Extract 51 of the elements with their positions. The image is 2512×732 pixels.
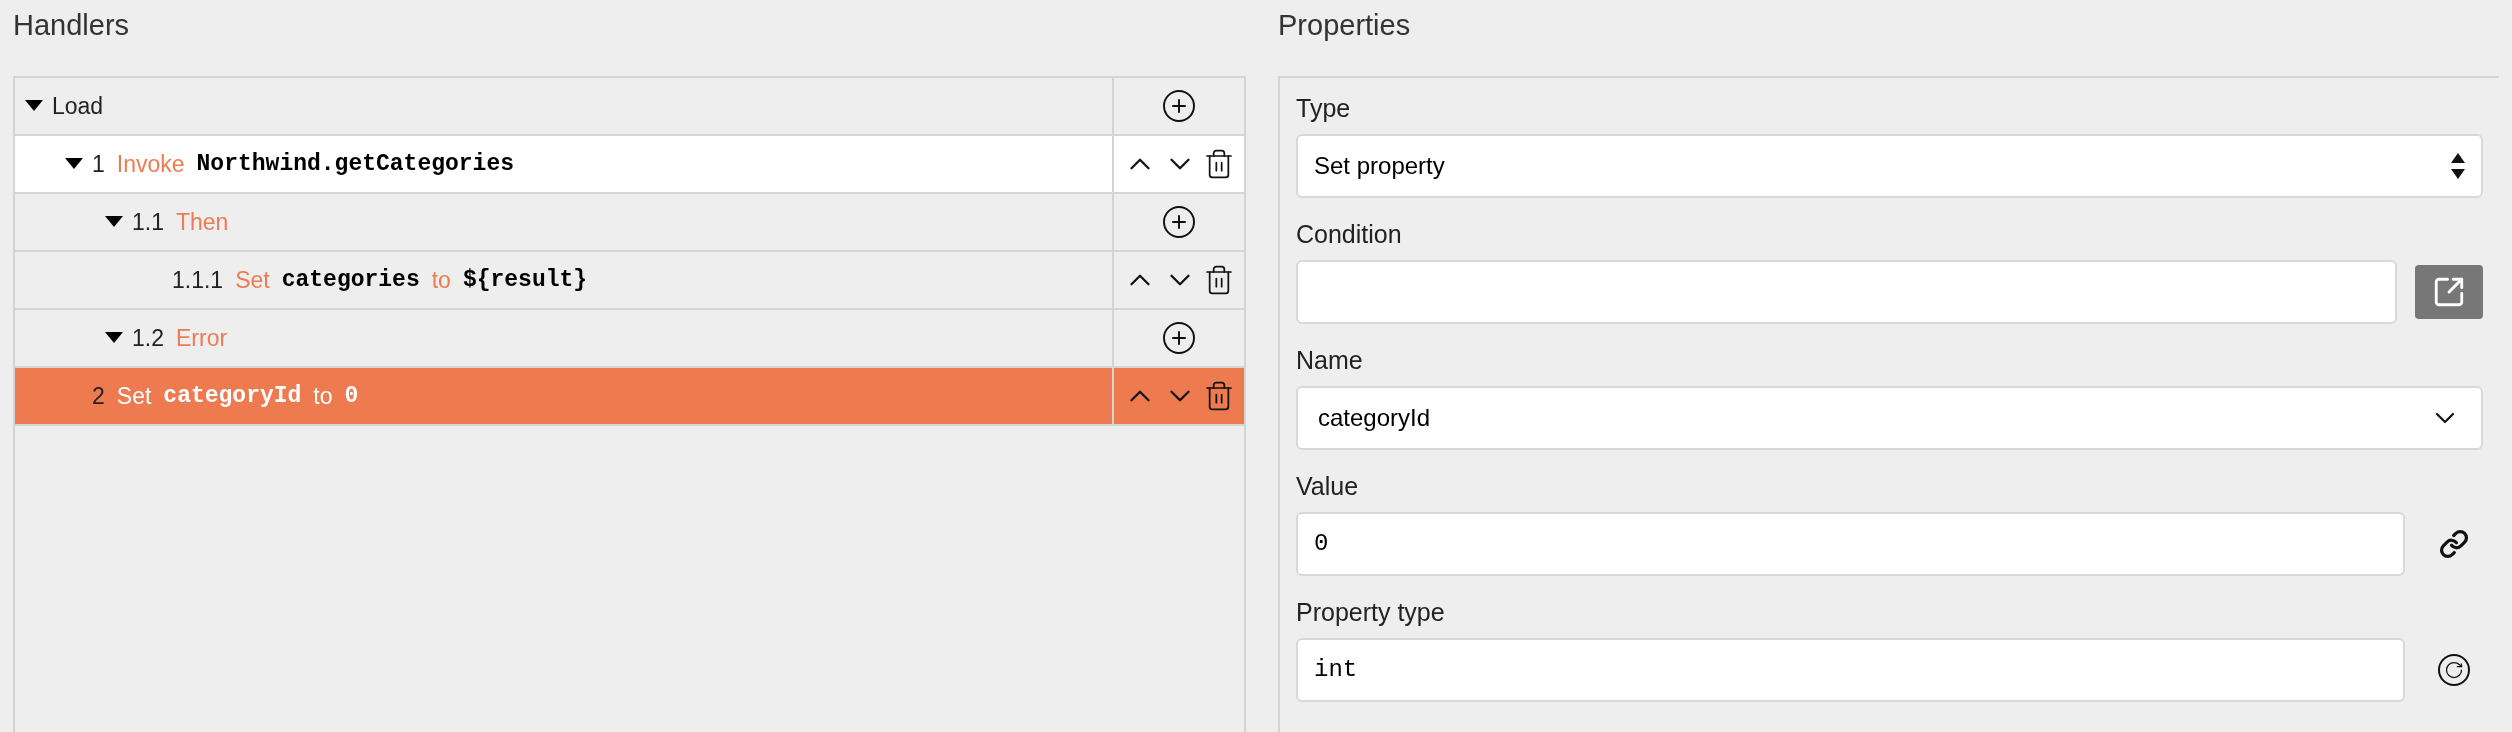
step-expression: 0: [344, 381, 359, 411]
value-input[interactable]: int: [1296, 638, 2405, 702]
step-expression: ${result}: [462, 265, 588, 295]
delete-icon[interactable]: [1203, 380, 1235, 412]
step-number: 1.1.1: [172, 265, 224, 295]
tree-row[interactable]: 2 Set categoryId to 0: [15, 368, 1244, 426]
collapse-triangle-icon[interactable]: [25, 100, 43, 112]
delete-icon[interactable]: [1203, 148, 1235, 180]
open-editor-button[interactable]: [2415, 265, 2483, 319]
step-keyword: Set: [116, 381, 152, 411]
step-keyword: Then: [176, 207, 229, 237]
step-keyword: to: [431, 265, 451, 295]
panel-title: Handlers: [13, 8, 131, 43]
name-dropdown[interactable]: categoryId: [1296, 386, 2483, 450]
collapse-triangle-icon[interactable]: [65, 158, 83, 170]
step-keyword: Invoke: [116, 149, 185, 179]
step-keyword: to: [313, 381, 333, 411]
type-select[interactable]: Set property: [1296, 134, 2483, 198]
collapse-triangle-icon[interactable]: [105, 216, 123, 228]
popout-icon: [2432, 275, 2466, 309]
collapse-triangle-icon[interactable]: [105, 332, 123, 344]
condition-input[interactable]: [1296, 260, 2397, 324]
step-expression: Northwind.getCategories: [196, 149, 514, 179]
step-expression: categoryId: [163, 381, 302, 411]
field-label: Value: [1296, 471, 1360, 502]
reset-icon[interactable]: [2438, 654, 2470, 686]
step-keyword: Set: [235, 265, 270, 295]
field-label: Condition: [1296, 219, 1403, 250]
link-icon[interactable]: [2439, 529, 2469, 559]
step-number: 1.1: [132, 207, 164, 237]
tree-row[interactable]: Load: [15, 78, 1244, 136]
node-label: Load: [52, 91, 104, 121]
step-number: 1.2: [132, 323, 164, 353]
field-label: Property type: [1296, 597, 1446, 628]
value-input[interactable]: 0: [1296, 512, 2405, 576]
step-keyword: Error: [176, 323, 228, 353]
delete-icon[interactable]: [1203, 264, 1235, 296]
add-icon[interactable]: [1161, 320, 1197, 356]
sort-arrows-icon: [2451, 153, 2465, 179]
panel-title: Properties: [1278, 8, 1412, 43]
add-icon[interactable]: [1161, 88, 1197, 124]
tree-row[interactable]: 1.2 Error: [15, 310, 1244, 368]
tree-row[interactable]: 1.1.1 Set categories to ${result}: [15, 252, 1244, 310]
tree-row[interactable]: 1 Invoke Northwind.getCategories: [15, 136, 1244, 194]
add-icon[interactable]: [1161, 204, 1197, 240]
field-label: Name: [1296, 345, 1364, 376]
step-number: 1: [92, 149, 105, 179]
tree-row[interactable]: 1.1 Then: [15, 194, 1244, 252]
field-label: Type: [1296, 93, 1352, 124]
step-expression: categories: [281, 265, 420, 295]
step-number: 2: [92, 381, 105, 411]
